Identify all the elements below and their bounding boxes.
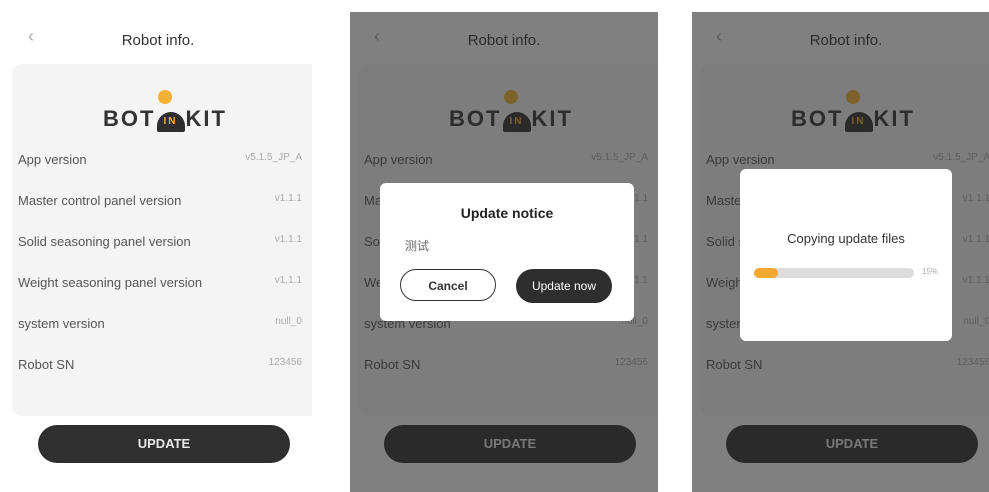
robot-info-screen: ‹ Robot info. BOT IN KIT App version v5.1.… [4,12,312,492]
copying-dialog: Copying update files 15% [740,169,952,341]
dialog-message: 测试 [405,239,430,253]
info-label: Weight seasoning panel version [18,275,203,290]
info-label: Solid seasoning panel version [18,234,191,249]
logo-text-left: BOT [103,106,156,131]
info-value: 123456 [268,357,302,368]
info-row-app-version: App version v5.1.5_JP_A [18,152,302,172]
update-button[interactable]: UPDATE [38,425,290,463]
progress-percent: 15% [922,267,939,276]
logo-head-icon [158,90,172,104]
info-row-robot-sn: Robot SN 123456 [18,357,302,377]
dialog-title: Copying update files [787,231,905,246]
info-row-system-version: system version null_0 [18,316,302,336]
info-value: null_0 [275,316,302,327]
update-notice-screen: ‹ Robot info. BOTINKIT App version v5.1.… [350,12,658,492]
logo-mark: IN [156,112,185,132]
logo-text-right: KIT [185,106,227,131]
progress-bar [754,268,914,278]
botinkit-logo: BOTINKIT [12,86,312,136]
info-value: v1.1.1 [274,234,302,245]
info-label: system version [18,316,105,331]
update-now-button[interactable]: Update now [516,269,612,303]
progress-fill [754,268,778,278]
info-label: Master control panel version [18,193,182,208]
dialog-title: Update notice [460,205,554,221]
info-row-weight-seasoning: Weight seasoning panel version v1.1.1 [18,275,302,295]
info-label: App version [18,152,87,167]
info-value: v1.1.1 [274,193,302,204]
copying-update-screen: ‹ Robot info. BOTINKIT App version v5.1.… [692,12,989,492]
info-row-master-control: Master control panel version v1.1.1 [18,193,302,213]
header: ‹ Robot info. [4,12,312,62]
cancel-button[interactable]: Cancel [400,269,496,301]
page-title: Robot info. [121,32,195,49]
info-value: v5.1.5_JP_A [245,152,302,163]
info-value: v1.1.1 [274,275,302,286]
update-notice-dialog: Update notice 测试 Cancel Update now [380,183,634,321]
info-row-solid-seasoning: Solid seasoning panel version v1.1.1 [18,234,302,254]
info-label: Robot SN [18,357,75,372]
